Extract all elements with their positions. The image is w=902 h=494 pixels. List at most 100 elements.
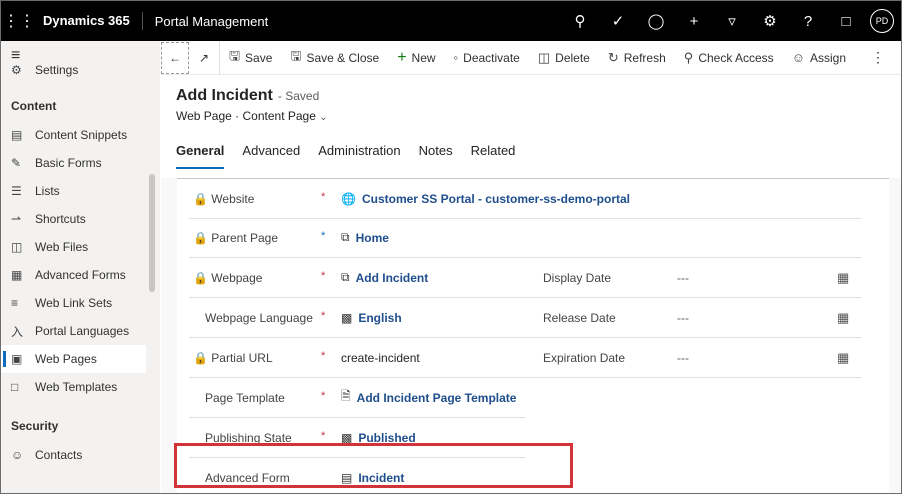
deactivate-label: Deactivate [463, 50, 520, 65]
sidebar-item-web-files[interactable]: ◫ Web Files [1, 233, 160, 261]
link-set-icon: ≡ [11, 296, 19, 310]
sidebar-scrollbar[interactable] [149, 174, 155, 292]
add-icon[interactable]: + [675, 1, 713, 41]
save-status: - Saved [277, 89, 320, 103]
form-selector[interactable]: Content Page [243, 109, 316, 123]
list-icon: ☰ [11, 184, 22, 198]
save-close-label: Save & Close [306, 50, 380, 65]
help-icon[interactable]: ? [789, 1, 827, 41]
sidebar: ≡ ⚙ Settings Content ▤ Content Snippets … [1, 41, 160, 493]
release-date-value[interactable]: --- [677, 311, 689, 325]
app-launcher-icon[interactable]: ⋮⋮ [1, 1, 37, 41]
sidebar-item-label: Web Templates [35, 380, 118, 394]
plus-icon: + [397, 48, 407, 66]
page-template-value[interactable]: 🗎 Add Incident Page Template [341, 387, 516, 408]
required-indicator: * [321, 270, 326, 282]
sidebar-item-web-templates[interactable]: □ Web Templates [1, 373, 160, 401]
tab-notes[interactable]: Notes [419, 143, 453, 169]
tab-administration[interactable]: Administration [318, 143, 400, 169]
form-tabs: General Advanced Administration Notes Re… [176, 143, 533, 169]
brand-name[interactable]: Dynamics 365 [37, 12, 143, 30]
web-page-icon: ⧉ [341, 270, 350, 284]
sidebar-item-label: Advanced Forms [35, 268, 126, 282]
open-in-new-window-button[interactable]: ↗ [189, 40, 220, 75]
chevron-down-icon[interactable]: ⌄ [319, 112, 327, 123]
sidebar-item-contacts[interactable]: ☺ Contacts [1, 441, 160, 469]
web-page-icon: ▣ [11, 352, 23, 366]
chat-icon[interactable]: □ [827, 1, 865, 41]
sidebar-item-web-link-sets[interactable]: ≡ Web Link Sets [1, 289, 160, 317]
task-icon[interactable]: ✓ [599, 1, 637, 41]
assign-label: Assign [809, 50, 846, 65]
display-date-label: Display Date [543, 270, 612, 285]
website-label: 🔒 Website [193, 191, 255, 206]
calendar-icon[interactable]: ▦ [837, 350, 849, 366]
main-content: Add Incident - Saved Web Page · Content P… [161, 76, 901, 493]
check-access-label: Check Access [698, 50, 774, 65]
search-icon[interactable]: ⚲ [561, 1, 599, 41]
sidebar-item-advanced-forms[interactable]: ▦ Advanced Forms [1, 261, 160, 289]
trash-icon: ◫ [537, 49, 551, 65]
website-value[interactable]: 🌐 Customer SS Portal - customer-ss-demo-p… [341, 192, 630, 206]
delete-button[interactable]: ◫ Delete [529, 41, 599, 75]
display-date-value[interactable]: --- [677, 271, 689, 285]
parent-page-label: 🔒 Parent Page [193, 230, 278, 245]
parent-page-value[interactable]: ⧉ Home [341, 230, 389, 245]
lightbulb-icon[interactable]: ◯ [637, 1, 675, 41]
new-button[interactable]: + New [388, 41, 444, 75]
top-icons: ⚲ ✓ ◯ + ▿ ⚙ ? □ PD [561, 1, 901, 41]
save-close-icon: 🖫 [290, 47, 302, 63]
filter-icon[interactable]: ▿ [713, 1, 751, 41]
sidebar-item-web-pages[interactable]: ▣ Web Pages [1, 345, 146, 373]
file-icon: ◫ [11, 240, 23, 254]
record-title-text: Add Incident [176, 87, 273, 104]
more-commands-icon[interactable]: ⋮ [855, 41, 901, 75]
sidebar-item-basic-forms[interactable]: ✎ Basic Forms [1, 149, 160, 177]
assign-button[interactable]: ☺ Assign [783, 41, 855, 75]
sidebar-item-lists[interactable]: ☰ Lists [1, 177, 160, 205]
partial-url-label: 🔒 Partial URL [193, 350, 273, 365]
calendar-icon[interactable]: ▦ [837, 270, 849, 286]
key-icon: ⚲ [683, 49, 694, 65]
language-icon: 入 [11, 324, 24, 339]
page-template-label: Page Template [205, 390, 285, 405]
expiration-date-value[interactable]: --- [677, 351, 689, 365]
sidebar-item-label: Web Files [35, 240, 89, 254]
save-close-button[interactable]: 🖫 Save & Close [281, 41, 388, 75]
highlight-box [174, 443, 573, 488]
globe-icon: 🌐 [341, 191, 356, 206]
sidebar-item-shortcuts[interactable]: ⇀ Shortcuts [1, 205, 160, 233]
partial-url-value[interactable]: create-incident [341, 351, 420, 365]
back-button[interactable]: ← [161, 41, 190, 74]
sidebar-item-content-snippets[interactable]: ▤ Content Snippets [1, 121, 160, 149]
webpage-language-value[interactable]: ▩ English [341, 311, 402, 325]
sidebar-item-settings[interactable]: ⚙ Settings [1, 63, 160, 77]
webpage-label: 🔒 Webpage [193, 270, 263, 285]
sidebar-section-content: Content [11, 99, 57, 113]
document-icon: 🗎 [341, 389, 351, 403]
language-icon: ▩ [341, 310, 353, 325]
webpage-value[interactable]: ⧉ Add Incident [341, 270, 428, 285]
field-row-website: 🔒 Website * 🌐 Customer SS Portal - custom… [189, 179, 861, 219]
settings-icon: ⚙ [11, 63, 22, 77]
deactivate-button[interactable]: ◦ Deactivate [445, 41, 529, 75]
field-row-page-template: Page Template * 🗎 Add Incident Page Templ… [189, 378, 525, 418]
field-row-partial-url: 🔒 Partial URL * create-incident Expirati… [189, 338, 861, 378]
check-access-button[interactable]: ⚲ Check Access [675, 41, 783, 75]
field-row-parent-page: 🔒 Parent Page * ⧉ Home [189, 218, 861, 258]
deactivate-icon: ◦ [453, 50, 459, 65]
settings-icon[interactable]: ⚙ [751, 1, 789, 41]
required-indicator: * [321, 350, 326, 362]
new-label: New [411, 50, 436, 65]
user-avatar[interactable]: PD [870, 9, 894, 33]
tab-general[interactable]: General [176, 143, 225, 169]
calendar-icon[interactable]: ▦ [837, 310, 849, 326]
app-name[interactable]: Portal Management [143, 14, 268, 29]
refresh-button[interactable]: ↻ Refresh [599, 41, 675, 75]
tab-advanced[interactable]: Advanced [242, 143, 300, 169]
save-button[interactable]: 🖫 Save [220, 41, 281, 75]
tab-related[interactable]: Related [471, 143, 516, 169]
sidebar-item-portal-languages[interactable]: 入 Portal Languages [1, 317, 160, 345]
sidebar-item-label: Content Snippets [35, 128, 128, 142]
field-row-webpage: 🔒 Webpage * ⧉ Add Incident Display Date -… [189, 258, 861, 298]
